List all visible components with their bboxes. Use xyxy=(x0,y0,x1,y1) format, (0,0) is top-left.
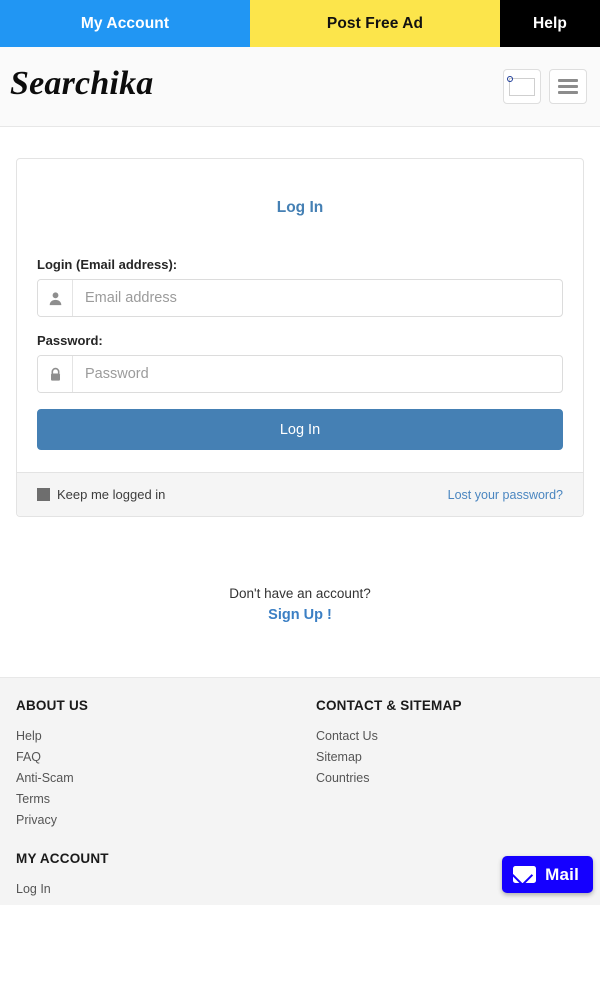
footer-link-privacy[interactable]: Privacy xyxy=(16,810,300,831)
login-card-title: Log In xyxy=(276,199,324,216)
language-flag-button[interactable] xyxy=(503,69,541,104)
signup-prompt: Don't have an account? Sign Up ! xyxy=(0,586,600,624)
footer-heading-about-us: ABOUT US xyxy=(16,698,89,713)
header-actions xyxy=(503,69,587,104)
email-input-group[interactable] xyxy=(37,279,563,317)
nav-item-post-free-ad[interactable]: Post Free Ad xyxy=(250,0,500,47)
password-input[interactable] xyxy=(73,356,562,392)
footer-column-contact-sitemap: CONTACT & SITEMAP Contact Us Sitemap Cou… xyxy=(316,698,586,789)
footer-link-anti-scam[interactable]: Anti-Scam xyxy=(16,768,300,789)
checkbox-box-icon[interactable] xyxy=(37,488,50,501)
envelope-icon xyxy=(513,866,537,883)
nav-item-help-label: Help xyxy=(533,14,567,32)
footer-link-countries[interactable]: Countries xyxy=(316,768,586,789)
site-logo[interactable]: Searchika xyxy=(10,65,153,103)
nav-item-my-account[interactable]: My Account xyxy=(0,0,250,47)
signup-link[interactable]: Sign Up ! xyxy=(268,607,332,623)
keep-logged-in-label: Keep me logged in xyxy=(57,487,166,502)
footer-heading-contact-sitemap: CONTACT & SITEMAP xyxy=(316,698,462,713)
login-card-body: Log In Login (Email address): Password: … xyxy=(17,159,583,472)
nav-item-help[interactable]: Help xyxy=(500,0,600,47)
login-card-footer: Keep me logged in Lost your password? xyxy=(17,472,583,516)
footer-column-my-account: MY ACCOUNT Log In xyxy=(16,851,300,900)
footer-link-faq[interactable]: FAQ xyxy=(16,747,300,768)
site-header: Searchika xyxy=(0,47,600,127)
footer-link-terms[interactable]: Terms xyxy=(16,789,300,810)
lock-icon xyxy=(38,356,73,392)
menu-toggle-button[interactable] xyxy=(549,69,587,104)
password-input-group[interactable] xyxy=(37,355,563,393)
password-field-label: Password: xyxy=(37,333,103,348)
india-flag-icon xyxy=(507,75,535,96)
nav-item-post-free-ad-label: Post Free Ad xyxy=(326,14,424,32)
footer-link-contact-us[interactable]: Contact Us xyxy=(316,726,586,747)
top-navigation-bar: My Account Post Free Ad Help xyxy=(0,0,600,47)
footer-link-sitemap[interactable]: Sitemap xyxy=(316,747,586,768)
footer-link-help[interactable]: Help xyxy=(16,726,300,747)
footer-heading-my-account: MY ACCOUNT xyxy=(16,851,109,866)
login-submit-button[interactable]: Log In xyxy=(37,409,563,450)
lost-password-link[interactable]: Lost your password? xyxy=(448,488,563,502)
footer-column-about-us: ABOUT US Help FAQ Anti-Scam Terms Privac… xyxy=(16,698,300,831)
email-input[interactable] xyxy=(73,280,562,316)
hamburger-menu-icon xyxy=(558,79,578,94)
nav-item-my-account-label: My Account xyxy=(80,14,170,32)
mail-floating-button[interactable]: Mail xyxy=(502,856,593,893)
login-card: Log In Login (Email address): Password: … xyxy=(16,158,584,517)
signup-question: Don't have an account? xyxy=(229,586,371,601)
footer-link-log-in[interactable]: Log In xyxy=(16,879,300,900)
user-icon xyxy=(38,280,73,316)
mail-floating-button-label: Mail xyxy=(545,864,579,884)
email-field-label: Login (Email address): xyxy=(37,257,178,272)
keep-logged-in-checkbox[interactable]: Keep me logged in xyxy=(37,487,165,502)
